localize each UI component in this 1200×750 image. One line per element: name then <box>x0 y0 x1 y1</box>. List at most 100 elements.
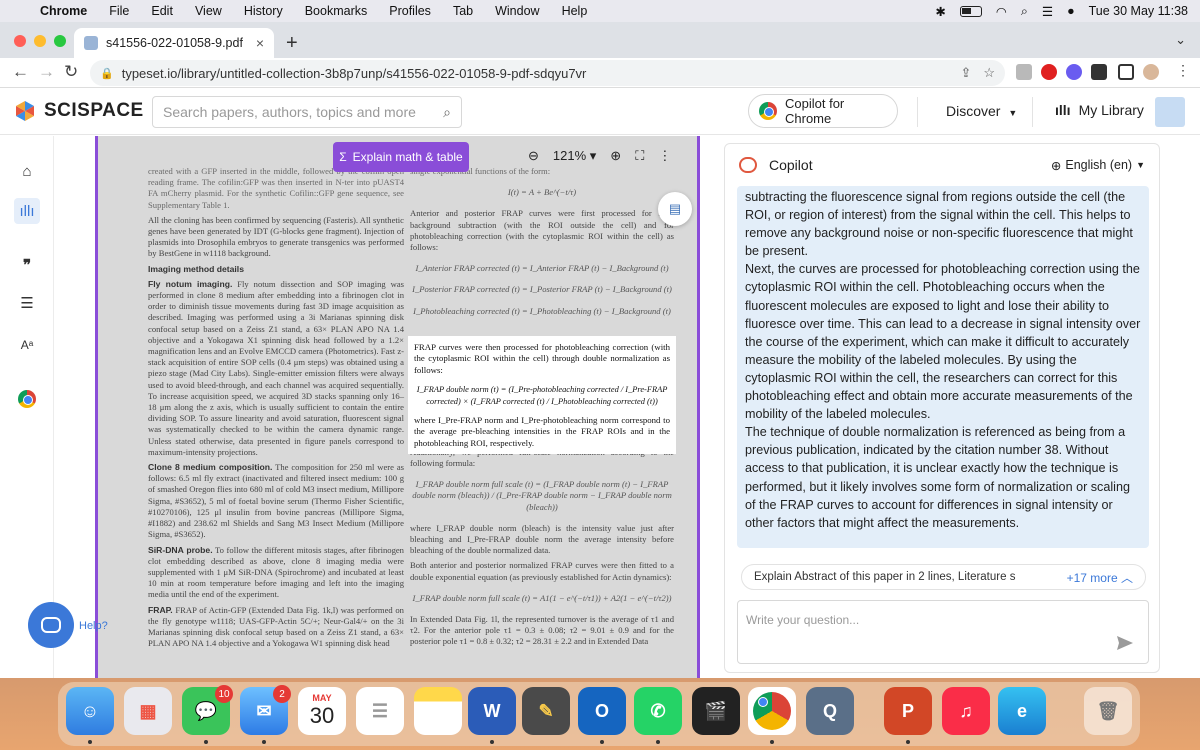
bluetooth-icon[interactable]: ✱ <box>935 4 945 19</box>
fullscreen-icon[interactable]: ⛶ <box>635 148 644 164</box>
share-icon[interactable]: ⇪ <box>960 65 971 81</box>
quicktime-icon[interactable]: Q <box>806 687 854 735</box>
answer-paragraph: The technique of double normalization is… <box>745 425 1130 530</box>
running-indicator <box>490 740 494 744</box>
forward-icon[interactable]: → <box>38 62 55 82</box>
suggested-prompt[interactable]: Explain Abstract of this paper in 2 line… <box>741 564 1146 590</box>
lock-icon[interactable]: 🔒 <box>100 67 114 80</box>
user-avatar[interactable] <box>1155 97 1185 127</box>
menu-app[interactable]: Chrome <box>40 4 87 18</box>
minimize-window-button[interactable] <box>34 35 46 47</box>
discover-menu[interactable]: Discover ▼ <box>946 103 1017 119</box>
bookmark-star-icon[interactable]: ☆ <box>983 65 995 81</box>
final-cut-icon[interactable]: 🎬 <box>692 687 740 735</box>
search-placeholder[interactable]: Search papers, authors, topics and more <box>163 104 416 120</box>
chrome-menu-icon[interactable]: ⋮ <box>1176 62 1190 79</box>
menu-profiles[interactable]: Profiles <box>389 4 431 18</box>
explain-math-table-button[interactable]: Σ Explain math & table <box>333 142 469 172</box>
notes-icon[interactable]: ▤ <box>658 192 692 226</box>
sidepanel-icon[interactable] <box>1118 64 1134 80</box>
selected-text-highlight[interactable]: FRAP curves were then processed for phot… <box>408 336 676 454</box>
tab-strip: s41556-022-01058-9.pdf × + ⌄ <box>0 22 1200 58</box>
citation-quote-icon[interactable]: ❞ <box>14 252 40 278</box>
left-sidebar: ⌂ ıllı ❞ ☰ Aᵃ <box>0 136 54 678</box>
mail-badge: 2 <box>273 685 291 703</box>
help-label[interactable]: Help? <box>79 620 108 632</box>
menu-tab[interactable]: Tab <box>453 4 473 18</box>
edge-icon[interactable]: e <box>998 687 1046 735</box>
menu-window[interactable]: Window <box>495 4 539 18</box>
spotlight-icon[interactable]: ⌕ <box>1021 4 1028 19</box>
outlook-icon[interactable]: O <box>578 687 626 735</box>
powerpoint-icon[interactable]: P <box>884 687 932 735</box>
more-prompts-button[interactable]: +17 more ︿ <box>1067 569 1133 586</box>
pencil-app-icon[interactable]: ✎ <box>522 687 570 735</box>
paraphrase-icon[interactable]: Aᵃ <box>14 332 40 358</box>
reload-icon[interactable]: ↻ <box>64 62 78 82</box>
back-icon[interactable]: ← <box>12 62 29 82</box>
chrome-dock-icon[interactable] <box>748 687 796 735</box>
home-icon[interactable]: ⌂ <box>14 158 40 184</box>
gear-extension-icon[interactable] <box>1066 64 1082 80</box>
extension-icon[interactable] <box>1016 64 1032 80</box>
more-options-icon[interactable]: ⋮ <box>658 148 671 164</box>
menu-view[interactable]: View <box>195 4 222 18</box>
calendar-icon[interactable]: MAY 30 <box>298 687 346 735</box>
trash-icon[interactable]: 🗑 <box>1084 687 1132 735</box>
question-placeholder[interactable]: Write your question... <box>746 613 859 627</box>
puzzle-icon[interactable] <box>1091 64 1107 80</box>
zoom-window-button[interactable] <box>54 35 66 47</box>
pdf-equation: I_Posterior FRAP corrected (t) = I_Poste… <box>412 284 672 295</box>
control-center-icon[interactable]: ☰ <box>1042 4 1053 19</box>
notes-app-icon[interactable] <box>414 687 462 735</box>
question-input[interactable]: Write your question... <box>737 600 1149 664</box>
close-tab-icon[interactable]: × <box>256 35 264 51</box>
help-chat-button[interactable] <box>28 602 74 648</box>
scispace-logo[interactable]: SCISPACE <box>14 100 144 122</box>
menu-help[interactable]: Help <box>562 4 588 18</box>
list-icon[interactable]: ☰ <box>14 290 40 316</box>
profile-avatar[interactable] <box>1143 64 1159 80</box>
whatsapp-icon[interactable]: ✆ <box>634 687 682 735</box>
explain-math-table-label: Explain math & table <box>352 150 463 164</box>
pdf-viewer: created with a GFP inserted in the middl… <box>55 136 715 678</box>
menu-file[interactable]: File <box>109 4 129 18</box>
url-text[interactable]: typeset.io/library/untitled-collection-3… <box>122 66 587 81</box>
search-icon[interactable]: ⌕ <box>443 104 451 121</box>
reminders-icon[interactable]: ☰ <box>356 687 404 735</box>
my-library-link[interactable]: ıllı My Library <box>1055 102 1144 118</box>
battery-icon[interactable] <box>959 5 982 17</box>
send-icon[interactable] <box>1116 635 1134 651</box>
launchpad-icon[interactable]: ▦ <box>124 687 172 735</box>
pdf-text: Anterior and posterior FRAP curves were … <box>410 208 674 253</box>
library-icon[interactable]: ıllı <box>14 198 40 224</box>
menu-edit[interactable]: Edit <box>151 4 173 18</box>
zoom-level[interactable]: 121% ▾ <box>553 148 596 164</box>
highlight-equation: I_FRAP double norm (t) = (I_Pre-photoble… <box>416 385 668 406</box>
tab-search-icon[interactable]: ⌄ <box>1175 32 1186 48</box>
zoom-out-icon[interactable]: ⊖ <box>528 148 539 164</box>
header-divider <box>917 97 918 127</box>
url-field[interactable]: 🔒 typeset.io/library/untitled-collection… <box>90 60 1005 86</box>
powerpoint-letter: P <box>901 700 914 721</box>
browser-tab[interactable]: s41556-022-01058-9.pdf × <box>74 28 274 58</box>
zoom-in-icon[interactable]: ⊕ <box>610 148 621 164</box>
wifi-icon[interactable]: ◠ <box>996 4 1007 19</box>
music-icon[interactable]: ♫ <box>942 687 990 735</box>
new-tab-icon[interactable]: + <box>286 32 298 55</box>
running-indicator <box>262 740 266 744</box>
close-window-button[interactable] <box>14 35 26 47</box>
word-icon[interactable]: W <box>468 687 516 735</box>
suggested-prompt-text[interactable]: Explain Abstract of this paper in 2 line… <box>754 571 1015 583</box>
calendar-month: MAY <box>312 693 332 703</box>
menu-history[interactable]: History <box>244 4 283 18</box>
copilot-for-chrome-button[interactable]: Copilot for Chrome <box>748 94 898 128</box>
menubar-datetime[interactable]: Tue 30 May 11:38 <box>1089 4 1188 18</box>
language-selector[interactable]: ⊕ English (en) ▼ <box>1051 158 1145 173</box>
chrome-extension-icon[interactable] <box>14 386 40 412</box>
finder-icon[interactable]: ☺ <box>66 687 114 735</box>
menu-bookmarks[interactable]: Bookmarks <box>305 4 368 18</box>
search-input[interactable]: Search papers, authors, topics and more … <box>152 96 462 128</box>
opera-extension-icon[interactable] <box>1041 64 1057 80</box>
siri-icon[interactable]: ● <box>1067 4 1075 18</box>
